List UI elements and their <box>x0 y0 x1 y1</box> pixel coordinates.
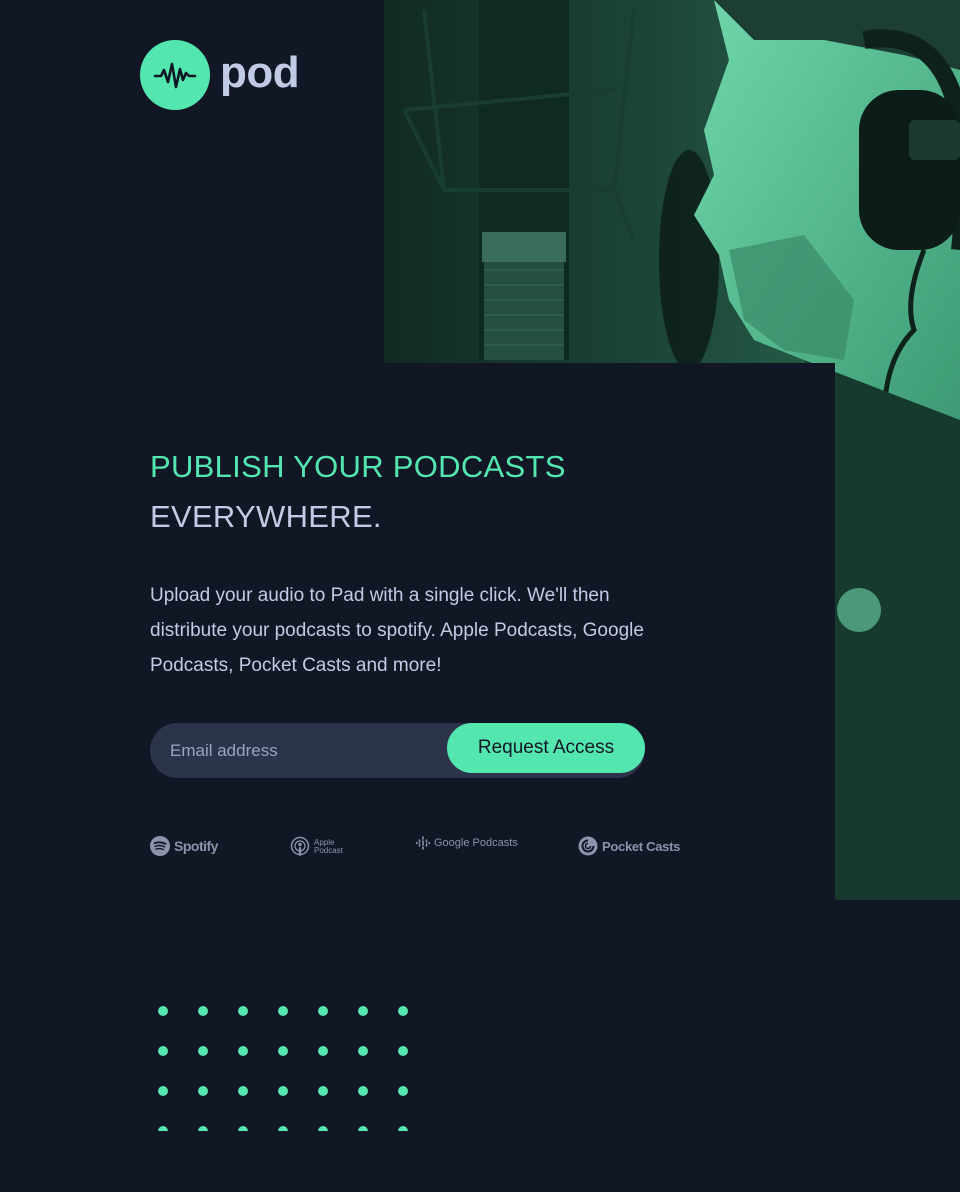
pattern-dot <box>318 1126 328 1131</box>
pattern-dot <box>358 1006 368 1016</box>
page-title: PUBLISH YOUR PODCASTS EVERYWHERE. <box>150 442 566 542</box>
spotify-icon <box>150 836 170 856</box>
pattern-dot <box>398 1086 408 1096</box>
apple-podcasts-label: Apple Podcast <box>314 839 343 855</box>
pattern-dot <box>318 1006 328 1016</box>
headline-rest: EVERYWHERE. <box>150 499 382 534</box>
pattern-dot <box>158 1126 168 1131</box>
pattern-dot <box>278 1046 288 1056</box>
pocket-casts-label: Pocket Casts <box>602 838 681 854</box>
platform-logos: Spotify Apple Podcast Google Podcasts Po… <box>150 836 690 862</box>
google-podcasts-logo: Google Podcasts <box>416 836 518 850</box>
pattern-dot <box>358 1086 368 1096</box>
google-podcasts-label: Google Podcasts <box>434 837 518 849</box>
hero-description: Upload your audio to Pad with a single c… <box>150 585 644 676</box>
apple-podcasts-logo: Apple Podcast <box>290 836 343 858</box>
pattern-dot <box>238 1086 248 1096</box>
brand-logo[interactable]: pod <box>140 40 300 110</box>
email-input[interactable] <box>150 723 440 778</box>
pattern-dot <box>158 1006 168 1016</box>
pattern-dot <box>238 1046 248 1056</box>
pocket-casts-logo: Pocket Casts <box>578 836 680 856</box>
spotify-label: Spotify <box>174 838 218 854</box>
pattern-dot <box>238 1126 248 1131</box>
pattern-dot <box>158 1086 168 1096</box>
apple-label-line2: Podcast <box>314 846 343 855</box>
pocket-casts-icon <box>578 836 598 856</box>
signup-form: Request Access <box>150 723 645 778</box>
pattern-dot <box>198 1086 208 1096</box>
pattern-dot <box>398 1126 408 1131</box>
brand-name: pod <box>220 48 300 97</box>
pattern-dot <box>238 1006 248 1016</box>
spotify-logo: Spotify <box>150 836 218 856</box>
pattern-dot <box>358 1126 368 1131</box>
pattern-dot <box>278 1126 288 1131</box>
pattern-dot <box>198 1126 208 1131</box>
pattern-dot <box>398 1006 408 1016</box>
dot-pattern <box>150 998 420 1131</box>
apple-podcasts-icon <box>290 836 310 856</box>
request-access-button[interactable]: Request Access <box>447 723 645 773</box>
pattern-dot <box>198 1046 208 1056</box>
pattern-dot <box>278 1086 288 1096</box>
waveform-icon <box>140 40 210 110</box>
headline-accent: PUBLISH YOUR PODCASTS <box>150 449 566 484</box>
landing-page: pod PUBLISH YOUR PODCASTS EVERYWHERE. Up… <box>0 0 960 1192</box>
pattern-dot <box>158 1046 168 1056</box>
pattern-dot <box>198 1006 208 1016</box>
pattern-dot <box>278 1006 288 1016</box>
google-podcasts-icon <box>416 836 430 850</box>
pattern-dot <box>318 1046 328 1056</box>
pattern-dot <box>398 1046 408 1056</box>
pattern-dot <box>318 1086 328 1096</box>
pattern-dot <box>358 1046 368 1056</box>
